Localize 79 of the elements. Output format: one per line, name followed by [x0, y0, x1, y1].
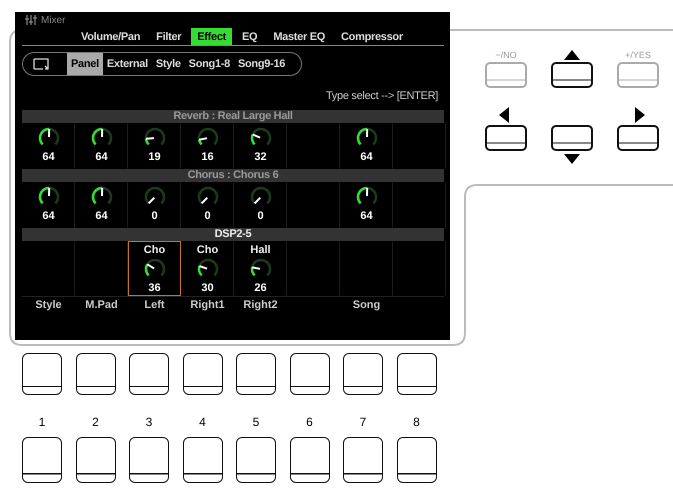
lower-button[interactable]	[76, 437, 116, 483]
lower-button[interactable]	[343, 437, 383, 483]
cursor-button[interactable]	[551, 62, 593, 88]
lower-button[interactable]	[396, 437, 436, 483]
knob-value: 0	[257, 210, 264, 222]
triangle-right-icon	[635, 107, 645, 123]
effect-type: Cho	[196, 244, 218, 256]
button-number: 6	[306, 415, 313, 429]
knob-value: 64	[95, 151, 108, 163]
part-tab[interactable]: Song9-16	[234, 53, 290, 75]
button-label: −/NO	[495, 50, 517, 60]
section-header: DSP2-5	[22, 228, 444, 241]
knob-value: 16	[201, 151, 214, 163]
effect-cell[interactable]: Hall 26	[234, 241, 287, 296]
upper-button[interactable]	[22, 353, 62, 395]
knob-value: 64	[42, 210, 55, 222]
channel-label: Left	[144, 299, 165, 311]
channel-label: Song	[352, 299, 380, 311]
tab[interactable]: Filter	[150, 28, 188, 45]
lower-button[interactable]	[182, 437, 222, 483]
cursor-button[interactable]	[551, 125, 593, 151]
channel-label: Right2	[243, 299, 278, 311]
knob-value: 64	[360, 210, 373, 222]
tab[interactable]: Master EQ	[267, 28, 332, 45]
effect-type: Cho	[144, 244, 166, 256]
upper-button[interactable]	[396, 353, 436, 395]
button-label: +/YES	[625, 50, 651, 60]
lower-button[interactable]	[290, 437, 330, 483]
knob-value: 64	[42, 151, 55, 163]
upper-button[interactable]	[129, 353, 169, 395]
part-tab[interactable]: External	[102, 53, 152, 75]
knob-value: 0	[151, 210, 158, 222]
effect-cell[interactable]: Cho 36	[128, 241, 181, 296]
knob-value: 32	[254, 151, 267, 163]
button-number: 4	[199, 415, 206, 429]
mixer-icon	[25, 15, 37, 25]
channel-label: M.Pad	[85, 299, 118, 311]
tab[interactable]: Compressor	[335, 28, 409, 45]
button-number: 5	[252, 415, 260, 429]
upper-button[interactable]	[343, 353, 383, 395]
triangle-left-icon	[499, 107, 509, 123]
knob-value: 26	[254, 282, 267, 294]
cursor-button[interactable]	[617, 125, 659, 151]
channel-label: Style	[35, 299, 62, 311]
cursor-button[interactable]	[485, 125, 527, 151]
button-number: 8	[413, 415, 420, 429]
triangle-up-icon	[564, 50, 580, 60]
section-header: Reverb : Real Large Hall	[22, 110, 444, 123]
return-icon[interactable]	[33, 58, 49, 70]
part-tab[interactable]: Style	[152, 53, 185, 75]
button-number: 1	[38, 415, 46, 429]
knob-value: 36	[148, 282, 161, 294]
knob-value: 19	[148, 151, 161, 163]
section-header: Chorus : Chorus 6	[22, 169, 444, 182]
upper-button[interactable]	[290, 353, 330, 395]
tab[interactable]: Volume/Pan	[75, 28, 146, 45]
part-tab[interactable]: Song1-8	[184, 53, 234, 75]
hint-text: Type select --> [ENTER]	[326, 90, 438, 102]
button-number: 2	[92, 415, 99, 429]
part-tab[interactable]: Panel	[67, 53, 103, 75]
lower-button[interactable]	[129, 437, 169, 483]
effect-cell[interactable]: Cho 30	[181, 241, 234, 296]
triangle-down-icon	[564, 154, 580, 164]
upper-button[interactable]	[182, 353, 222, 395]
upper-button[interactable]	[236, 353, 276, 395]
lower-button[interactable]	[22, 437, 62, 483]
knob-value: 64	[360, 151, 373, 163]
tab[interactable]: EQ	[236, 28, 264, 45]
knob-value: 0	[204, 210, 211, 222]
effect-type: Hall	[250, 244, 271, 256]
window-title: Mixer	[41, 14, 66, 26]
channel-label: Right1	[190, 299, 225, 311]
knob-value: 64	[95, 210, 108, 222]
lower-button[interactable]	[236, 437, 276, 483]
button-number: 7	[360, 415, 366, 429]
knob-value: 30	[201, 282, 214, 294]
upper-button[interactable]	[76, 353, 116, 395]
tab[interactable]: Effect	[191, 28, 232, 45]
button-number: 3	[146, 415, 152, 429]
